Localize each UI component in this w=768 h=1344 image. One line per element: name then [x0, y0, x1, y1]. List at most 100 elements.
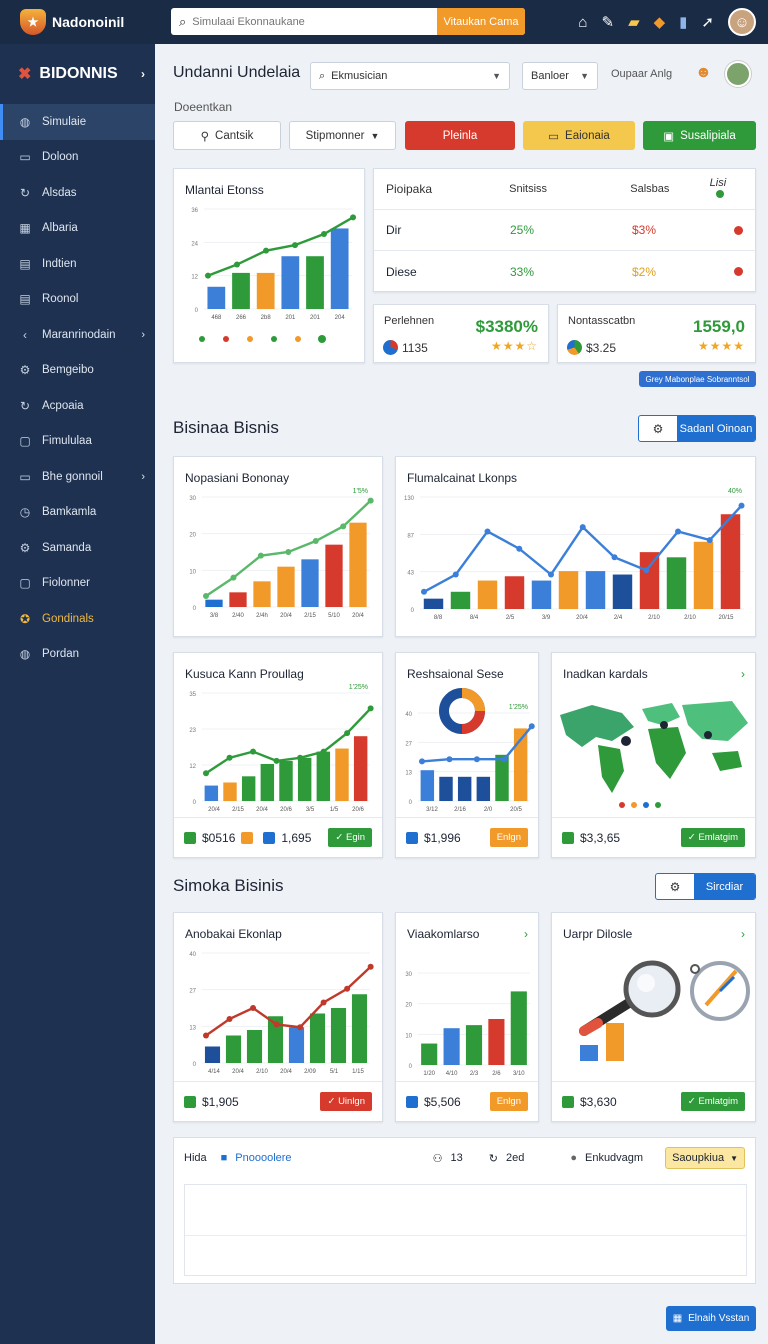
sidebar-item[interactable]: ◍ Pordan: [0, 637, 155, 673]
line-point: [250, 748, 257, 755]
stat-row[interactable]: Dir 25% $3%: [374, 210, 755, 251]
tick-label: 0: [409, 800, 413, 806]
mini-card-big-value: 1559,0: [693, 317, 745, 336]
header-right-label[interactable]: Oupaar Anlg: [611, 68, 672, 80]
user-avatar[interactable]: ☺: [728, 8, 756, 36]
bar: [477, 580, 498, 609]
ticket-icon[interactable]: ▰: [628, 13, 640, 31]
sidebar-item[interactable]: ▤ Indtien: [0, 246, 155, 282]
magnifier-icon: ⚲: [200, 130, 210, 143]
bar: [330, 228, 349, 309]
phone-icon[interactable]: ▮: [679, 13, 687, 31]
tick-label: 10: [189, 569, 196, 575]
footer-button[interactable]: ✓ Uinlgn: [320, 1092, 372, 1111]
calendar-icon: ▦: [19, 221, 31, 236]
info-pill[interactable]: Grey Mabonplae Sobranntsol: [639, 371, 756, 387]
sidebar-item[interactable]: ▭ Doloon: [0, 140, 155, 176]
brand[interactable]: ★ Nadonoinil: [0, 9, 155, 35]
sidebar-item[interactable]: ▢ Fiolonner: [0, 566, 155, 602]
bottom-link[interactable]: Pnoooolere: [235, 1152, 291, 1164]
tick-label: 27: [405, 741, 412, 747]
global-search-input[interactable]: [186, 15, 437, 28]
sidebar-item[interactable]: ▤ Roonol: [0, 282, 155, 318]
mascot-icon[interactable]: ☻: [695, 64, 712, 82]
search-dropdown[interactable]: ⌕ Ekmusician ▼: [310, 62, 510, 90]
sidebar-item[interactable]: ▢ Fimululaa: [0, 424, 155, 460]
stat-table: Pioipaka Snitsiss Salsbas Lisi Dir 25% $…: [373, 168, 756, 292]
section-action-button[interactable]: ⚙ Sadanl Oinoan: [638, 415, 756, 442]
check-icon: ✓: [327, 1096, 339, 1107]
tick-label: 13: [405, 771, 412, 777]
bar: [693, 541, 714, 609]
sponsor-dropdown[interactable]: Stipmonner ▼: [289, 121, 396, 150]
bar: [330, 1008, 347, 1063]
category-label: 3/5: [306, 807, 315, 813]
stat-value: 25%: [510, 223, 535, 237]
line-point: [452, 571, 459, 578]
filter-dropdown[interactable]: Banloer ▼: [522, 62, 598, 90]
home-icon[interactable]: ⌂: [578, 14, 587, 31]
footer-button[interactable]: ✓ Emlatgim: [680, 1092, 745, 1111]
notification-icon[interactable]: ◆: [654, 13, 666, 31]
sidebar-item[interactable]: ↻ Acpoaia: [0, 388, 155, 424]
stat-header: Lisi: [710, 177, 743, 201]
category-label: 2/16: [454, 807, 466, 813]
sidebar-item[interactable]: ↻ Alsdas: [0, 175, 155, 211]
annotation-label: 1'5%: [353, 488, 368, 495]
section-action-button[interactable]: ⚙ Sircdiar: [655, 873, 756, 900]
sidebar-item[interactable]: ◍ Simulaie: [0, 104, 155, 140]
chevron-right-icon: ›: [141, 470, 145, 483]
footer-button[interactable]: ✓ Egin: [328, 828, 372, 847]
bar: [351, 994, 368, 1063]
floating-action-button[interactable]: ▦ Elnaih Vsstan: [666, 1306, 756, 1331]
footer-button[interactable]: ✓ Emlatgim: [680, 828, 745, 847]
green-action-button[interactable]: ▣ Susalipiala: [643, 121, 756, 150]
sidebar: ✖ BIDONNIS › ◍ Simulaie ▭ Doloon ↻ Alsdas ▦ Alb…: [0, 44, 155, 1344]
search-submit-button[interactable]: Vitaukan Cama: [437, 8, 525, 35]
sidebar-item[interactable]: ⚙ Bemgeibo: [0, 353, 155, 389]
card-footer: $5,506 Enlgn: [396, 1081, 538, 1121]
chart-icon: [567, 340, 582, 355]
red-action-button[interactable]: Pleinla: [405, 121, 515, 150]
stat-header-label: Lisi: [709, 177, 727, 189]
rocket-icon[interactable]: ➚: [701, 13, 714, 31]
category-label: 3/10: [513, 1071, 525, 1077]
sidebar-item[interactable]: ◷ Bamkamla: [0, 495, 155, 531]
footer-button-label: Emlatgim: [698, 832, 738, 843]
bottom-dropdown[interactable]: Saoupkiua ▼: [665, 1147, 745, 1169]
status-text: Enkudvagm: [584, 1152, 644, 1164]
mini-stat-card[interactable]: Nontasscatbn 1559,0 $3.25 ★★★★: [557, 304, 756, 363]
mini-stat-card[interactable]: Perlehnen $3380% 1135 ★★★☆: [373, 304, 549, 363]
search-action-button[interactable]: ⚲ Cantsik: [173, 121, 281, 150]
sidebar-item[interactable]: ▭ Bhe gonnoil ›: [0, 459, 155, 495]
category-label: 20/4: [280, 1069, 292, 1075]
footer-button[interactable]: Enlgn: [489, 1092, 528, 1111]
sidebar-brand[interactable]: ✖ BIDONNIS ›: [0, 44, 155, 104]
sidebar-item[interactable]: ‹ Maranrinodain ›: [0, 317, 155, 353]
line-point: [344, 730, 351, 737]
stat-row[interactable]: Diese 33% $2%: [374, 251, 755, 292]
bar: [301, 559, 319, 607]
footer-button[interactable]: Enlgn: [489, 828, 528, 847]
line-point: [321, 231, 328, 237]
sidebar-item[interactable]: ▦ Albaria: [0, 211, 155, 247]
footer-button-label: Enlgn: [496, 1096, 521, 1107]
tick-label: 12: [189, 764, 196, 770]
line-point: [297, 754, 304, 761]
sidebar-nav: ◍ Simulaie ▭ Doloon ↻ Alsdas ▦ Albaria ▤ Indtien ▤…: [0, 104, 155, 672]
sidebar-item-label: Samanda: [42, 541, 92, 554]
header-avatar[interactable]: [725, 61, 751, 87]
bottom-editor-area[interactable]: [184, 1184, 747, 1276]
caret-down-icon: ▼: [580, 71, 589, 81]
edit-icon[interactable]: ✎: [601, 13, 614, 31]
category-label: 5/10: [328, 613, 340, 619]
yellow-action-button[interactable]: ▭ Eaionaia: [523, 121, 635, 150]
bar: [232, 272, 250, 309]
document-icon: ▢: [19, 576, 31, 591]
line-point: [203, 1032, 209, 1039]
line-point: [446, 756, 453, 763]
folder-icon: ▭: [548, 130, 560, 143]
sidebar-item[interactable]: ✪ Gondinals: [0, 601, 155, 637]
bar: [421, 1043, 438, 1065]
sidebar-item[interactable]: ⚙ Samanda: [0, 530, 155, 566]
